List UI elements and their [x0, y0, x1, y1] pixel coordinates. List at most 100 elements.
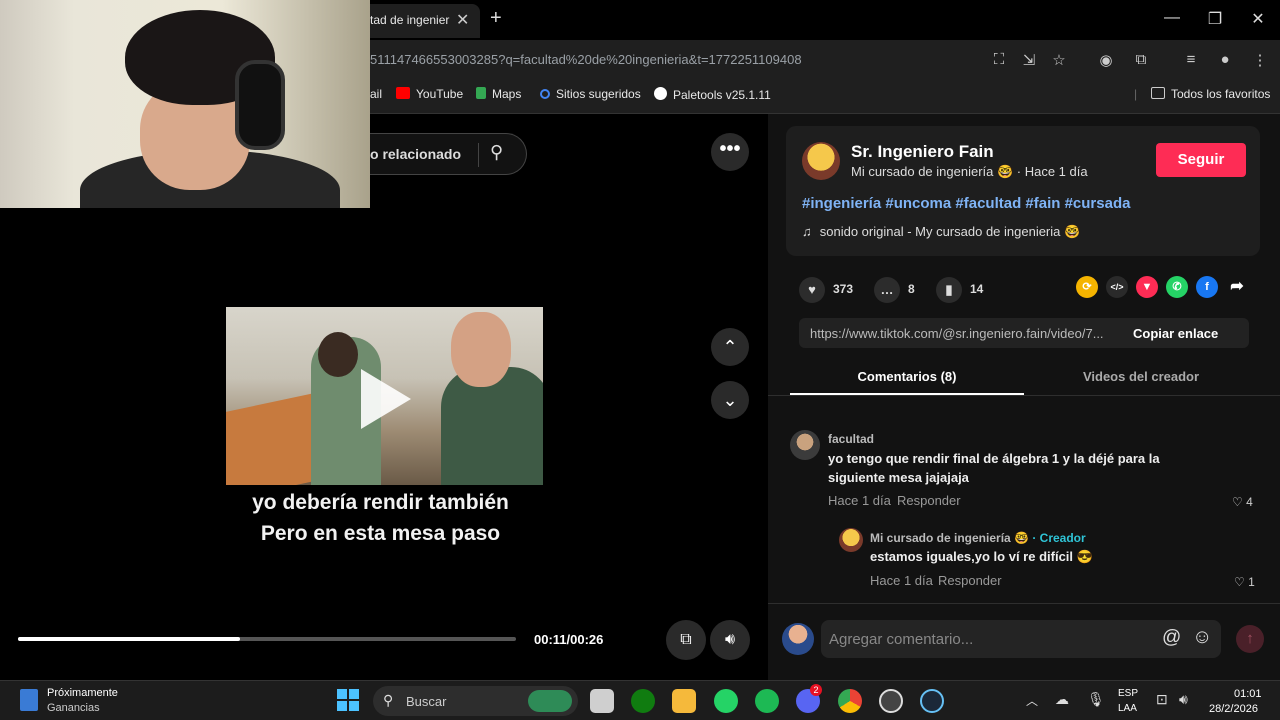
reply-username[interactable]: Mi cursado de ingeniería 🤓 · Creador	[870, 531, 1086, 545]
bookmark-suggested[interactable]: Sitios sugeridos	[540, 87, 641, 101]
speaker-icon[interactable]: 🔊︎	[1179, 691, 1188, 708]
previous-video-button[interactable]: ⌃	[711, 328, 749, 366]
bookmark-youtube[interactable]: YouTube	[396, 87, 463, 101]
send-comment-button[interactable]: ↑	[1236, 625, 1264, 653]
embed-icon[interactable]: </>	[1106, 276, 1128, 298]
comment-stat[interactable]: … 8	[874, 277, 915, 303]
comment-input[interactable]	[821, 620, 1221, 658]
cloud-icon[interactable]: ☁	[1055, 691, 1069, 708]
post-info-card: Sr. Ingeniero Fain Mi cursado de ingenie…	[786, 126, 1260, 256]
xbox-icon[interactable]	[631, 689, 655, 713]
close-window-icon[interactable]: ✕	[1248, 9, 1268, 29]
facebook-icon[interactable]: f	[1196, 276, 1218, 298]
tab-divider	[768, 395, 1280, 396]
author-avatar[interactable]	[802, 142, 840, 180]
reply-like[interactable]: ♡ 1	[1234, 575, 1255, 589]
comment-username[interactable]: facultad	[828, 432, 874, 446]
extension-icon[interactable]: ◉	[1096, 51, 1116, 69]
tab-close-icon[interactable]: ✕	[456, 10, 469, 30]
share-arrow-icon[interactable]: ➦	[1226, 276, 1248, 298]
url-text[interactable]: 511147466553003285?q=facultad%20de%20ing…	[370, 52, 802, 67]
bookmark-icon: ▮	[936, 277, 962, 303]
heart-icon: ♥	[799, 277, 825, 303]
chrome-icon[interactable]	[838, 689, 862, 713]
widget-title[interactable]: Próximamente	[47, 687, 118, 699]
tray-overflow-icon[interactable]: ︿	[1026, 692, 1038, 709]
all-bookmarks[interactable]: Todos los favoritos	[1151, 87, 1270, 101]
maximize-icon[interactable]: ❐	[1205, 9, 1225, 29]
bookmark-star-icon[interactable]: ☆	[1049, 51, 1069, 69]
volume-icon[interactable]: 🔊︎	[710, 620, 750, 660]
related-search-text: o relacionado	[370, 146, 462, 162]
reply-text: estamos iguales,yo lo ví re difícil 😎	[870, 549, 1093, 564]
reply-button[interactable]: Responder	[938, 573, 1002, 588]
repost-icon[interactable]: ⟳	[1076, 276, 1098, 298]
comment-time: Hace 1 día	[828, 493, 891, 508]
minimize-icon[interactable]: —	[1162, 9, 1182, 27]
tab-comments[interactable]: Comentarios (8)	[790, 369, 1024, 384]
user-avatar[interactable]	[782, 623, 814, 655]
search-icon[interactable]: ⚲	[490, 142, 503, 163]
new-tab-icon[interactable]: +	[490, 7, 502, 30]
whatsapp-icon[interactable]: ✆	[1166, 276, 1188, 298]
hashtags[interactable]: #ingeniería #uncoma #facultad #fain #cur…	[802, 195, 1130, 212]
clock-date[interactable]: 28/2/2026	[1209, 703, 1258, 715]
mention-icon[interactable]: @	[1162, 627, 1181, 649]
search-highlight-icon	[528, 690, 572, 712]
profile-icon[interactable]: ●	[1215, 51, 1235, 68]
file-explorer-icon[interactable]	[672, 689, 696, 713]
discord-notification-badge: 2	[810, 684, 822, 696]
widget-subtitle: Ganancias	[47, 702, 100, 714]
windows-start-icon[interactable]	[337, 689, 359, 711]
video-frame[interactable]	[226, 307, 543, 485]
reply-button[interactable]: Responder	[897, 493, 961, 508]
install-app-icon[interactable]: ⇲	[1019, 51, 1039, 69]
save-stat[interactable]: ▮ 14	[936, 277, 983, 303]
tab-creator-videos[interactable]: Videos del creador	[1024, 369, 1258, 384]
reply-avatar[interactable]	[839, 528, 863, 552]
follow-button[interactable]: Seguir	[1156, 143, 1246, 177]
task-view-icon[interactable]	[590, 689, 614, 713]
taskbar-search[interactable]: ⚲ Buscar	[373, 686, 578, 716]
spotify-icon[interactable]	[755, 689, 779, 713]
comment-icon: …	[874, 277, 900, 303]
send-to-friends-icon[interactable]: ▼	[1136, 276, 1158, 298]
video-person-right-head	[451, 312, 511, 387]
clock-time[interactable]: 01:01	[1234, 688, 1262, 700]
language-code[interactable]: ESP	[1118, 688, 1138, 699]
video-person-left-head	[318, 332, 358, 377]
progress-bar[interactable]	[18, 637, 516, 641]
picture-in-picture-icon[interactable]: ⧉	[666, 620, 706, 660]
play-icon[interactable]	[361, 369, 411, 429]
like-stat[interactable]: ♥ 373	[799, 277, 853, 303]
steam-icon[interactable]	[920, 689, 944, 713]
translate-icon[interactable]: ⛶	[989, 51, 1009, 68]
bookmark-gmail[interactable]: ail	[370, 87, 382, 101]
comment-like[interactable]: ♡ 4	[1232, 495, 1253, 509]
network-icon[interactable]: ⊡	[1156, 691, 1168, 708]
related-search-box[interactable]: o relacionado ⚲	[370, 133, 527, 175]
emoji-icon[interactable]: ☺	[1192, 626, 1212, 649]
microphone-icon[interactable]: 🎙︎	[1087, 691, 1105, 708]
sound-info[interactable]: ♫ sonido original - My cursado de ingenie…	[802, 224, 1080, 240]
bookmark-maps[interactable]: Maps	[476, 87, 521, 101]
progress-fill	[18, 637, 240, 641]
comment-avatar[interactable]	[790, 430, 820, 460]
author-name[interactable]: Sr. Ingeniero Fain	[851, 142, 994, 162]
copy-link-button[interactable]: Copiar enlace	[1133, 326, 1218, 341]
keyboard-layout[interactable]: LAA	[1118, 703, 1137, 714]
media-control-icon[interactable]: ≡	[1181, 51, 1201, 68]
more-options-button[interactable]: •••	[711, 133, 749, 171]
next-video-button[interactable]: ⌄	[711, 381, 749, 419]
whatsapp-app-icon[interactable]	[714, 689, 738, 713]
obs-icon[interactable]	[879, 689, 903, 713]
puzzle-icon[interactable]: ⧉	[1131, 51, 1151, 68]
maps-icon	[476, 87, 486, 99]
menu-icon[interactable]: ⋮	[1250, 51, 1270, 69]
video-caption-line2: Pero en esta mesa paso	[260, 522, 501, 545]
bookmark-paletools[interactable]: Paletools v25.1.11	[654, 87, 771, 102]
reply-time: Hace 1 día	[870, 573, 933, 588]
share-link-url[interactable]: https://www.tiktok.com/@sr.ingeniero.fai…	[810, 326, 1130, 341]
widget-icon[interactable]	[20, 689, 38, 711]
browser-tab[interactable]: tad de ingenier ✕	[360, 4, 480, 38]
